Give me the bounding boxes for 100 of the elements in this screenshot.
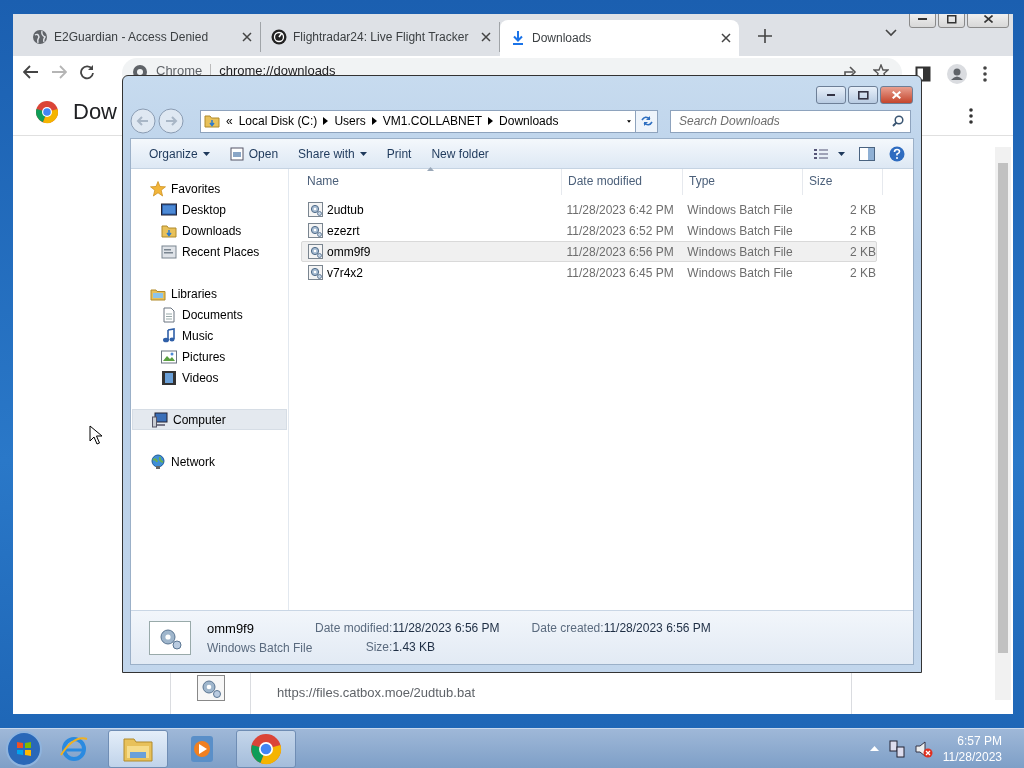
close-icon[interactable]	[242, 32, 252, 42]
more-icon[interactable]	[969, 108, 973, 124]
toolbar-button[interactable]: Print	[376, 141, 422, 166]
browser-tab[interactable]: Flightradar24: Live Flight Tracker	[261, 22, 500, 52]
separator-arrow-icon[interactable]	[488, 117, 494, 125]
profile-icon[interactable]	[947, 64, 967, 84]
back-icon[interactable]	[23, 65, 39, 79]
new-tab-icon[interactable]	[758, 29, 772, 43]
caret-icon	[838, 151, 845, 156]
list-view-icon	[814, 147, 828, 160]
site-label: Chrome	[156, 64, 203, 78]
browser-tab[interactable]: E2Guardian - Access Denied	[22, 22, 261, 52]
network-icon[interactable]	[888, 739, 905, 758]
toolbar-button[interactable]: Open	[219, 141, 289, 166]
download-url[interactable]: https://files.catbox.moe/2udtub.bat	[251, 675, 501, 699]
column-header[interactable]: Date modified	[562, 169, 683, 195]
nav-item[interactable]: Videos	[131, 367, 288, 388]
nav-item[interactable]: Downloads	[131, 220, 288, 241]
taskbar-button[interactable]	[108, 729, 168, 768]
chrome-logo-icon	[35, 99, 59, 124]
nav-item[interactable]: Desktop	[131, 199, 288, 220]
breadcrumb-overflow[interactable]: «	[226, 114, 233, 128]
close-icon[interactable]	[481, 32, 491, 42]
file-row[interactable]: omm9f9 11/28/2023 6:56 PM Windows Batch File 2 KB	[301, 241, 877, 262]
nav-item[interactable]: Recent Places	[131, 241, 288, 262]
batch-file-icon	[196, 675, 225, 701]
preview-pane-icon[interactable]	[859, 146, 875, 161]
separator-arrow-icon[interactable]	[371, 117, 377, 125]
close-icon	[983, 15, 993, 23]
browser-tab[interactable]: Downloads	[500, 20, 739, 56]
minimize-icon	[827, 94, 835, 96]
breadcrumb-item[interactable]: Downloads	[499, 114, 559, 128]
breadcrumb-item[interactable]: VM1.COLLABNET	[382, 114, 483, 128]
volume-muted-icon[interactable]	[914, 739, 933, 758]
field-value: 11/28/2023 6:56 PM	[603, 621, 711, 635]
file-name: v7r4x2	[327, 265, 364, 280]
nav-item[interactable]: Music	[131, 325, 288, 346]
menu-icon[interactable]	[983, 66, 987, 82]
breadcrumb-item[interactable]: Local Disk (C:)	[238, 114, 318, 128]
nav-item[interactable]: Computer	[132, 409, 287, 430]
scrollbar-thumb[interactable]	[998, 163, 1008, 653]
column-header[interactable]: Type	[683, 169, 803, 195]
column-header[interactable]: Size	[803, 169, 883, 195]
mouse-pointer-icon	[89, 425, 102, 445]
batch-file-icon	[308, 244, 323, 259]
file-name: 2udtub	[327, 202, 364, 217]
file-name: omm9f9	[327, 244, 371, 259]
separator-arrow-icon[interactable]	[323, 117, 329, 125]
table-cell-text: Windows Batch File	[686, 223, 794, 238]
taskbar-button[interactable]	[236, 729, 296, 768]
breadcrumb-item[interactable]: Users	[334, 114, 366, 128]
start-button-icon[interactable]	[4, 729, 44, 768]
scrollbar[interactable]	[995, 147, 1011, 700]
sort-caret-icon	[427, 167, 434, 171]
refresh-icon	[639, 115, 654, 127]
file-row[interactable]: v7r4x2 11/28/2023 6:45 PM Windows Batch File 2 KB	[301, 262, 877, 283]
close-icon	[892, 91, 901, 99]
menu-button[interactable]: Organize	[139, 141, 220, 166]
document-icon	[161, 306, 177, 323]
film-icon	[161, 369, 177, 386]
minimize-button[interactable]	[816, 86, 846, 104]
open-icon	[229, 146, 244, 161]
close-button[interactable]	[880, 86, 913, 104]
table-cell-text: Windows Batch File	[686, 265, 794, 280]
toolbar-button[interactable]: New folder	[421, 141, 499, 166]
minimize-button[interactable]	[909, 14, 936, 28]
nav-item[interactable]: Pictures	[131, 346, 288, 367]
table-cell-text: 11/28/2023 6:42 PM	[565, 202, 675, 217]
close-icon[interactable]	[721, 33, 731, 43]
nav-item[interactable]: Favorites	[131, 178, 288, 199]
batch-file-icon	[308, 202, 323, 217]
maximize-button[interactable]	[938, 14, 965, 28]
search-field[interactable]: Search Downloads	[670, 109, 911, 133]
nav-item[interactable]: Libraries	[131, 283, 288, 304]
recent-places-icon	[161, 243, 177, 260]
file-row[interactable]: ezezrt 11/28/2023 6:52 PM Windows Batch File 2 KB	[301, 220, 877, 241]
maximize-button[interactable]	[848, 86, 878, 104]
table-cell-text: Windows Batch File	[686, 202, 794, 217]
search-icon	[892, 115, 904, 127]
file-row[interactable]: 2udtub 11/28/2023 6:42 PM Windows Batch File 2 KB	[301, 199, 877, 220]
help-icon[interactable]	[889, 145, 905, 162]
table-cell-text: 2 KB	[849, 265, 876, 280]
pictures-icon	[161, 348, 177, 365]
address-bar[interactable]: « Local Disk (C:) Users VM1.COLLABNET Downloads	[200, 109, 636, 133]
caret-icon	[202, 151, 210, 156]
computer-icon	[152, 411, 168, 428]
reload-icon[interactable]	[79, 64, 95, 80]
menu-button[interactable]: Share with	[288, 141, 377, 166]
star-icon	[150, 180, 166, 197]
nav-item[interactable]: Network	[131, 451, 288, 472]
table-cell-text: 2 KB	[849, 202, 876, 217]
search-input[interactable]: Search Downloads	[679, 114, 888, 128]
desktop-icon	[161, 201, 177, 218]
close-button[interactable]	[967, 14, 1009, 28]
chrome-icon	[250, 732, 282, 765]
refresh-button[interactable]	[635, 109, 658, 133]
chevron-down-icon[interactable]	[885, 29, 897, 37]
nav-item[interactable]: Documents	[131, 304, 288, 325]
side-panel-icon[interactable]	[915, 66, 931, 82]
table-cell-text: Windows Batch File	[686, 244, 794, 259]
